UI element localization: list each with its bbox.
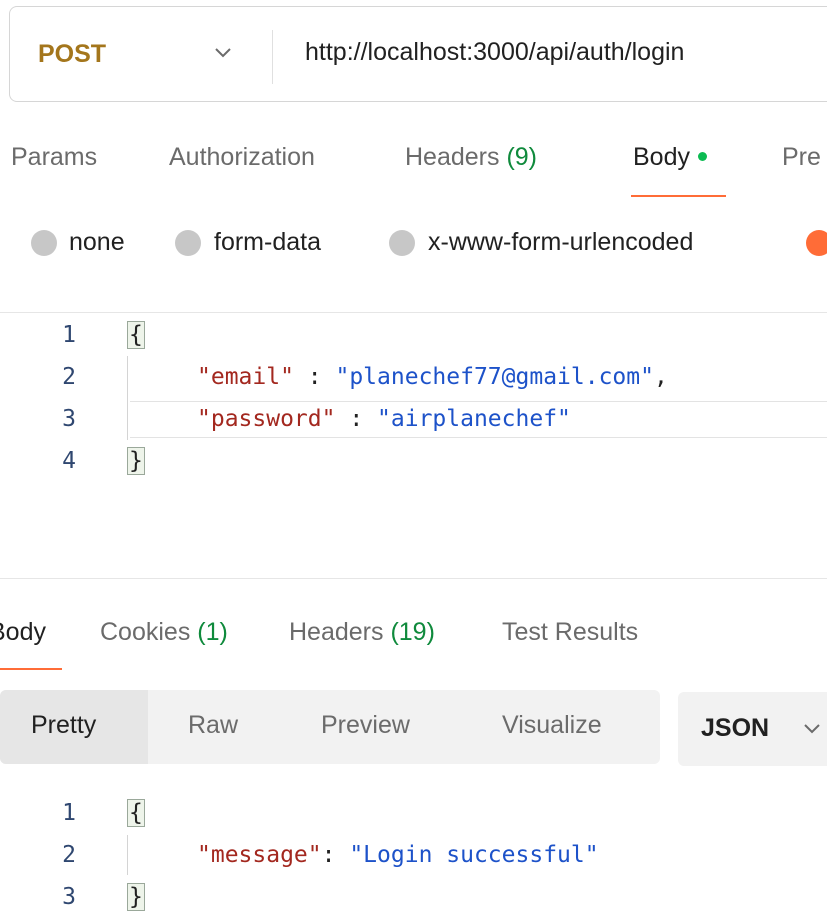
tab-count: (1) [197, 618, 228, 646]
tab-label: Body [0, 618, 46, 646]
line-number: 1 [62, 322, 76, 348]
json-editor-line[interactable]: "password" : "airplanechef" [197, 406, 571, 432]
divider [0, 578, 827, 579]
line-number: 3 [62, 884, 76, 910]
radio-label-urlencoded[interactable]: x-www-form-urlencoded [428, 228, 693, 257]
tab-label: Pre [782, 143, 821, 171]
tab-headers[interactable]: Headers (9) [405, 143, 537, 172]
json-key: "email" [197, 364, 294, 390]
json-editor-line[interactable]: "email" : "planechef77@gmail.com", [197, 364, 668, 390]
open-brace: { [127, 799, 145, 827]
response-line: { [127, 799, 145, 827]
tab-pre-request[interactable]: Pre [782, 143, 821, 172]
tab-body[interactable]: Body [633, 143, 707, 172]
radio-label-none[interactable]: none [69, 228, 125, 257]
format-label: JSON [701, 714, 770, 742]
line-number: 3 [62, 406, 76, 432]
tab-label: Headers [289, 618, 384, 646]
response-tab-test-results[interactable]: Test Results [502, 618, 638, 647]
json-separator: : [293, 364, 336, 390]
response-line: } [127, 883, 145, 911]
response-tab-body[interactable]: Body [0, 618, 46, 647]
chevron-down-icon[interactable] [802, 720, 822, 738]
divider [272, 30, 273, 84]
json-value: "Login successful" [349, 842, 599, 868]
tab-count: (19) [390, 618, 435, 646]
json-separator: : [335, 406, 378, 432]
line-number: 4 [62, 448, 76, 474]
open-brace: { [127, 321, 145, 349]
divider [0, 312, 827, 313]
json-comma: , [653, 364, 668, 390]
line-number: 2 [62, 364, 76, 390]
view-preview-button[interactable]: Preview [321, 711, 410, 740]
line-number: 1 [62, 800, 76, 826]
view-visualize-button[interactable]: Visualize [502, 711, 602, 740]
response-tab-cookies[interactable]: Cookies (1) [100, 618, 228, 647]
radio-none[interactable] [31, 230, 57, 256]
json-editor-line[interactable]: } [127, 447, 145, 475]
json-key: "message" [197, 842, 322, 868]
radio-label-form-data[interactable]: form-data [214, 228, 321, 257]
tab-label: Body [633, 143, 690, 171]
json-separator: : [321, 842, 350, 868]
url-input[interactable]: http://localhost:3000/api/auth/login [305, 38, 684, 67]
tab-label: Cookies [100, 618, 191, 646]
tab-authorization[interactable]: Authorization [169, 143, 315, 172]
line-number: 2 [62, 842, 76, 868]
tab-label: Test Results [502, 618, 639, 646]
response-line: "message": "Login successful" [197, 842, 599, 868]
view-pretty-button[interactable]: Pretty [31, 711, 96, 740]
tab-label: Params [11, 143, 98, 171]
chevron-down-icon[interactable] [212, 43, 234, 63]
indent-guide [127, 356, 128, 440]
close-brace: } [127, 447, 145, 475]
radio-form-data[interactable] [175, 230, 201, 256]
json-editor-line[interactable]: { [127, 321, 145, 349]
radio-urlencoded[interactable] [389, 230, 415, 256]
view-raw-button[interactable]: Raw [188, 711, 238, 740]
indent-guide [127, 835, 128, 875]
active-tab-indicator [0, 668, 62, 670]
json-value: "airplanechef" [377, 406, 571, 432]
tab-label: Headers [405, 143, 500, 171]
modified-dot-icon [697, 151, 707, 161]
tab-count: (9) [506, 143, 538, 171]
radio-raw[interactable] [806, 230, 827, 256]
close-brace: } [127, 883, 145, 911]
tab-params[interactable]: Params [11, 143, 97, 172]
method-select[interactable]: POST [38, 40, 106, 69]
json-key: "password" [197, 406, 336, 432]
json-value: "planechef77@gmail.com" [335, 364, 654, 390]
tab-label: Authorization [169, 143, 315, 171]
response-tab-headers[interactable]: Headers (19) [289, 618, 435, 647]
active-tab-indicator [631, 195, 726, 197]
